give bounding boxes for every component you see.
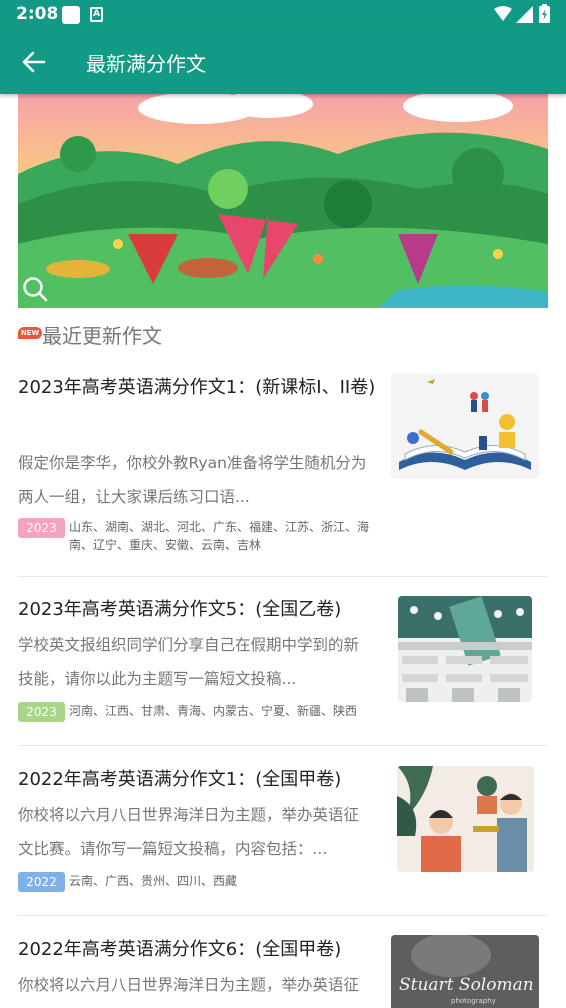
page-title: 最新满分作文 [86,52,206,76]
year-tag: 2022 [18,872,65,892]
article-card[interactable]: 2022年高考英语满分作文6：(全国甲卷) 你校将以六月八日世界海洋日为主题，举… [18,928,548,1008]
banner-image[interactable] [18,94,548,308]
article-summary: 你校将以六月八日世界海洋日为主题，举办英语征文比赛。请你写一篇短文投稿，内容包括… [18,806,360,858]
square-notification-icon [62,6,80,24]
jungle-illustration [18,94,548,308]
section-title: 最近更新作文 [42,324,162,348]
article-summary: 假定你是李华，你校外教Ryan准备将学生随机分为两人一组，让大家课后练习口语..… [18,454,367,506]
new-badge: NEW [18,327,42,339]
thumbnail-subtext: photography [451,997,496,1005]
book-illustration [391,374,539,479]
article-title: 2023年高考英语满分作文5：(全国乙卷) [18,599,342,620]
region-list: 云南、广西、贵州、四川、西藏 [69,874,238,888]
article-title: 2022年高考英语满分作文1：(全国甲卷) [18,769,342,790]
article-card[interactable]: 2022年高考英语满分作文1：(全国甲卷) 你校将以六月八日世界海洋日为主题，举… [18,758,548,916]
article-thumbnail: Stuart Soloman photography [391,935,539,1008]
article-summary: 你校将以六月八日世界海洋日为主题，举办英语征 [18,976,360,994]
battery-icon [539,4,550,23]
year-tag: 2023 [18,518,65,538]
article-card[interactable]: 2023年高考英语满分作文1：(新课标I、II卷) 假定你是李华，你校外教Rya… [18,368,548,577]
app-bar: 最新满分作文 [0,30,566,94]
article-thumbnail [397,766,534,872]
wifi-icon [494,6,512,21]
article-summary: 学校英文报组织同学们分享自己在假期中学到的新技能，请你以此为主题写一篇短文投稿.… [18,636,360,688]
classroom-illustration [398,596,532,702]
zoom-icon[interactable] [22,276,48,302]
article-title: 2023年高考英语满分作文1：(新课标I、II卷) [18,377,376,398]
status-time: 2:08 [16,4,59,24]
divider [18,745,548,746]
year-tag: 2023 [18,702,65,722]
region-list: 河南、江西、甘肃、青海、内蒙古、宁夏、新疆、陕西 [69,704,358,718]
article-thumbnail [398,596,532,702]
a-notification-icon: A [90,7,103,22]
article-thumbnail [391,374,539,479]
thumbnail-script-text: Stuart Soloman [399,975,534,995]
status-bar: 2:08 A [0,0,566,30]
divider [18,576,548,577]
article-card[interactable]: 2023年高考英语满分作文5：(全国乙卷) 学校英文报组织同学们分享自己在假期中… [18,588,548,746]
divider [18,915,548,916]
article-title: 2022年高考英语满分作文6：(全国甲卷) [18,939,342,960]
arrow-back-icon[interactable] [20,48,48,76]
region-list: 山东、湖南、湖北、河北、广东、福建、江苏、浙江、海南、辽宁、重庆、安徽、云南、吉… [69,520,370,552]
people-illustration [397,766,534,872]
signal-icon [516,6,533,23]
